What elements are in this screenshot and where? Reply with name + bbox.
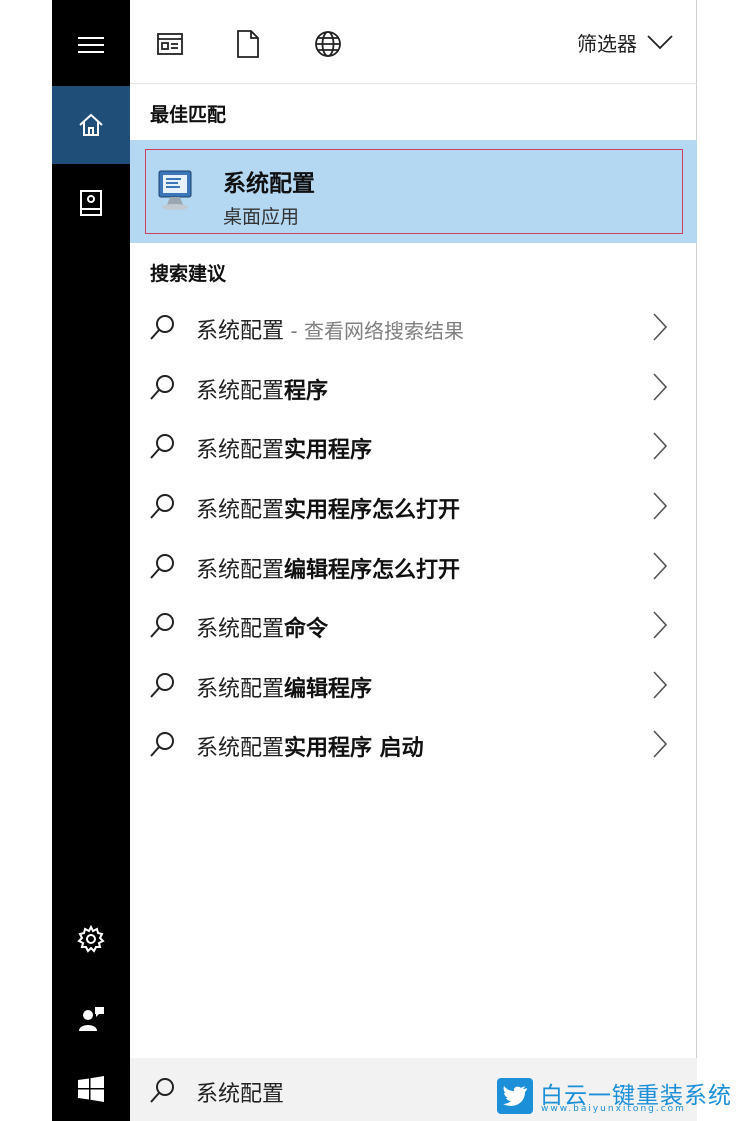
search-query[interactable]: 系统配置 (196, 1076, 284, 1108)
hamburger-menu-icon[interactable] (52, 20, 130, 70)
suggestion-item[interactable]: 系统配置编辑程序怎么打开 (130, 536, 697, 596)
bird-logo-icon (497, 1078, 533, 1114)
chevron-right-icon (653, 432, 668, 464)
chevron-right-icon (653, 552, 668, 584)
chevron-right-icon (653, 313, 668, 345)
app-icon[interactable] (156, 30, 184, 58)
best-match-title: 系统配置 (223, 171, 315, 197)
chevron-right-icon (653, 730, 668, 762)
selection-outline: 系统配置 桌面应用 (145, 149, 683, 234)
suggestion-item[interactable]: 系统配置实用程序 (130, 416, 697, 476)
suggestion-item[interactable]: 系统配置程序 (130, 357, 697, 417)
sidebar-rail (52, 0, 130, 1121)
suggestion-text: 系统配置编辑程序 (196, 677, 373, 702)
filter-dropdown[interactable]: 筛选器 (577, 28, 673, 57)
chevron-right-icon (653, 671, 668, 703)
search-icon (150, 731, 176, 761)
filter-label: 筛选器 (577, 32, 637, 56)
watermark-logo: 白云一键重装系统 www.baiyunxitong.com (497, 1076, 747, 1116)
suggestion-text: 系统配置 - 查看网络搜索结果 (196, 319, 464, 344)
chevron-right-icon (653, 492, 668, 524)
suggestions-heading: 搜索建议 (150, 263, 227, 285)
settings-gear-icon[interactable] (52, 914, 130, 964)
suggestion-text: 系统配置实用程序 启动 (196, 736, 424, 761)
chevron-down-icon (647, 31, 673, 55)
suggestion-text: 系统配置编辑程序怎么打开 (196, 558, 461, 583)
best-match-heading: 最佳匹配 (150, 104, 227, 126)
search-icon (150, 493, 176, 523)
search-icon (150, 612, 176, 642)
system-configuration-app-icon (156, 167, 196, 217)
search-icon (150, 1077, 176, 1107)
suggestion-item[interactable]: 系统配置编辑程序 (130, 655, 697, 715)
best-match-subtitle: 桌面应用 (223, 206, 300, 228)
best-match-result[interactable]: 系统配置 桌面应用 (130, 140, 697, 243)
chevron-right-icon (653, 373, 668, 405)
suggestion-text: 系统配置实用程序怎么打开 (196, 498, 461, 523)
search-panel: 筛选器 最佳匹配 系统配置 桌面应用 搜索建议 系统配置 - 查看网络搜索结果 … (130, 0, 697, 1121)
suggestion-item[interactable]: 系统配置 - 查看网络搜索结果 (130, 297, 697, 357)
notebook-icon[interactable] (52, 178, 130, 228)
search-icon (150, 433, 176, 463)
suggestion-text: 系统配置程序 (196, 379, 329, 404)
watermark-url: www.baiyunxitong.com (541, 1104, 686, 1114)
user-feedback-icon[interactable] (52, 994, 130, 1044)
suggestion-text: 系统配置命令 (196, 617, 329, 642)
home-icon[interactable] (52, 86, 130, 164)
suggestion-item[interactable]: 系统配置命令 (130, 595, 697, 655)
windows-start-icon[interactable] (52, 1064, 130, 1114)
suggestion-text: 系统配置实用程序 (196, 438, 373, 463)
chevron-right-icon (653, 611, 668, 643)
search-icon (150, 553, 176, 583)
web-globe-icon[interactable] (314, 30, 342, 58)
suggestion-item[interactable]: 系统配置实用程序怎么打开 (130, 476, 697, 536)
search-window: 筛选器 最佳匹配 系统配置 桌面应用 搜索建议 系统配置 - 查看网络搜索结果 … (52, 0, 697, 1121)
document-icon[interactable] (234, 30, 262, 58)
suggestion-item[interactable]: 系统配置实用程序 启动 (130, 714, 697, 774)
search-icon (150, 314, 176, 344)
search-icon (150, 672, 176, 702)
toolbar: 筛选器 (130, 0, 697, 84)
search-icon (150, 374, 176, 404)
